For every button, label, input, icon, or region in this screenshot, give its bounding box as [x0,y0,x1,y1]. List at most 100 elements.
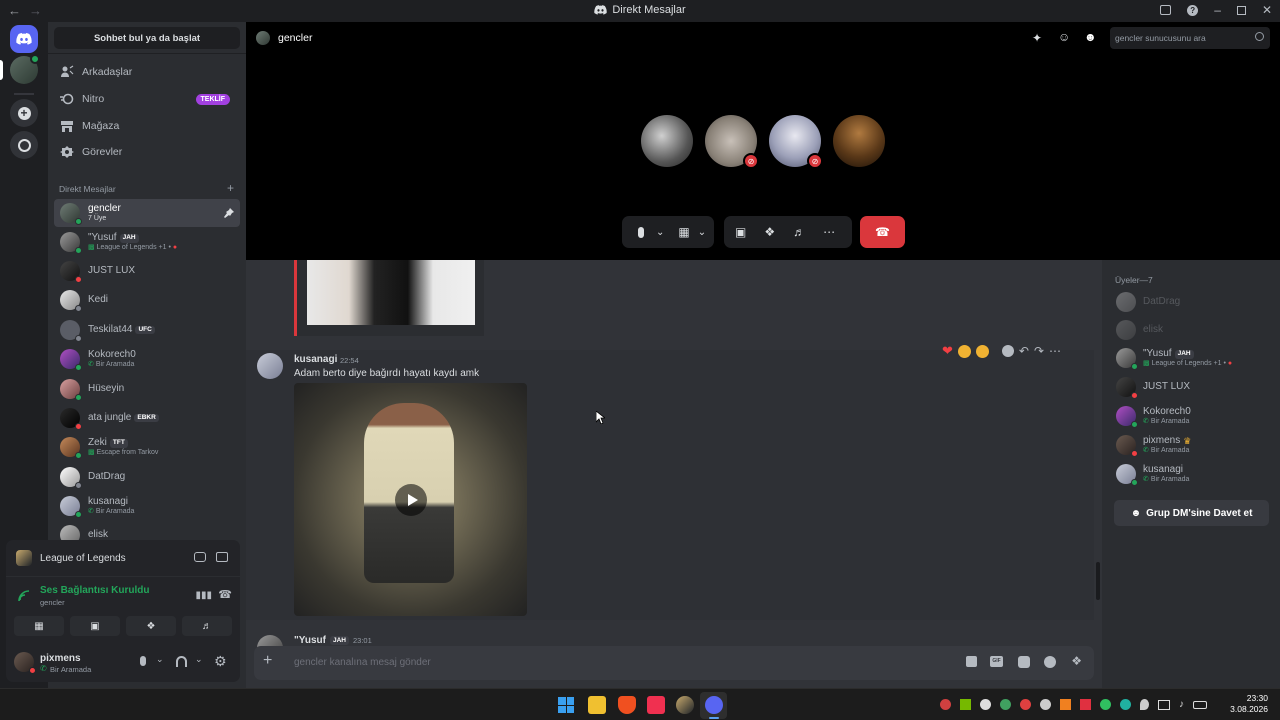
more-options-icon[interactable]: ⋯ [823,225,835,239]
explore-servers-button[interactable] [10,131,38,159]
sticker-icon[interactable] [1018,656,1030,668]
microphone-icon[interactable] [140,656,146,666]
music-app-icon[interactable] [647,696,665,714]
gift-icon[interactable] [966,656,977,667]
dm-item-kokorech0[interactable]: Kokorech0 ✆ Bir Aramada [54,345,240,373]
tray-app-icon[interactable] [940,699,951,710]
dm-item-teskilat44[interactable]: Teskilat44 UFC [54,316,240,344]
member-item[interactable]: JUST LUX [1114,374,1274,400]
tray-app-icon[interactable] [1120,699,1131,710]
close-icon[interactable]: ✕ [1262,3,1272,17]
settings-gear-icon[interactable]: ⚙ [214,653,227,670]
pinned-messages-icon[interactable]: ✦ [1032,31,1042,45]
dm-item-huseyin[interactable]: Hüseyin [54,375,240,403]
leave-call-button[interactable]: ☎ [860,216,905,248]
activity-row[interactable]: League of Legends [16,548,232,568]
game-controller-icon[interactable] [194,552,206,562]
voice-channel[interactable]: gencler [40,598,65,607]
group-server-icon[interactable] [10,54,40,84]
member-item[interactable]: DatDrag [1114,289,1274,315]
screen-share-icon[interactable] [216,552,228,562]
add-reaction-icon[interactable] [1001,345,1014,357]
dm-item-just-lux[interactable]: JUST LUX [54,257,240,285]
tray-app-icon[interactable] [1000,699,1011,710]
help-icon[interactable]: ? [1187,4,1199,16]
member-item[interactable]: Kokorech0 ✆ Bir Aramada [1114,403,1274,429]
nvidia-icon[interactable] [960,699,971,710]
apps-icon[interactable]: ❖ [1071,654,1082,668]
nav-quests[interactable]: Görevler [54,140,240,164]
message-author[interactable]: kusanagi [294,354,337,365]
voice-status[interactable]: Ses Bağlantısı Kuruldu [40,585,149,596]
maximize-icon[interactable] [1236,5,1246,15]
nav-nitro[interactable]: Nitro TEKLİF [54,87,240,111]
call-participant-avatar[interactable] [833,115,885,167]
video-attachment[interactable] [294,383,527,616]
create-dm-button[interactable]: + [227,182,234,194]
attach-plus-icon[interactable]: + [263,652,272,670]
reply-icon[interactable]: ↶ [1019,344,1029,358]
play-button[interactable] [395,484,427,516]
member-item[interactable]: pixmens ♛ ✆ Bir Aramada [1114,432,1274,458]
invite-to-group-button[interactable]: ☻ Grup DM'sine Davet et [1114,500,1269,526]
tray-app-icon[interactable] [1100,699,1111,710]
network-icon[interactable] [1158,699,1170,710]
dm-item-ata-jungle[interactable]: ata jungle EBKR [54,404,240,432]
message-input[interactable]: gencler kanalına mesaj gönder [294,657,431,668]
add-friends-icon[interactable]: ☺ [1058,30,1070,44]
chevron-down-icon[interactable]: ⌄ [195,654,203,665]
soundboard-icon[interactable]: ♬ [793,225,805,239]
camera-button[interactable]: ▦ [14,616,64,636]
tray-app-icon[interactable] [1060,699,1071,710]
direct-messages-home-button[interactable] [10,25,38,53]
camera-off-icon[interactable]: ▦ [678,225,689,239]
tray-app-icon[interactable] [1080,699,1091,710]
dm-item-kusanagi[interactable]: kusanagi ✆ Bir Aramada [54,492,240,520]
previous-image-attachment[interactable] [294,260,484,336]
add-server-button[interactable]: + [10,99,38,127]
call-participant-avatar[interactable]: ⊘ [705,115,759,169]
server-search-input[interactable]: gencler sunucusunu ara [1110,27,1270,49]
more-options-icon[interactable]: ⋯ [1049,344,1061,358]
channel-name[interactable]: gencler [278,32,312,44]
member-item[interactable]: elisk [1114,317,1274,343]
tray-app-icon[interactable] [1040,699,1051,710]
start-button[interactable] [558,697,574,713]
tray-app-icon[interactable] [980,699,991,710]
nav-shop[interactable]: Mağaza [54,114,240,138]
clock[interactable]: 23:30 3.08.2026 [1230,693,1268,715]
call-participant-avatar[interactable] [641,115,693,167]
dm-item-gencler[interactable]: gencler 7 Üye [54,199,240,227]
screen-share-button[interactable]: ▣ [70,616,120,636]
pin-icon[interactable] [224,208,234,218]
nav-friends[interactable]: Arkadaşlar [54,60,240,84]
microphone-icon[interactable] [638,226,644,238]
activities-button[interactable]: ❖ [126,616,176,636]
minimize-icon[interactable]: – [1214,3,1221,17]
dm-item-zeki[interactable]: Zeki TFT ▩ Escape from Tarkov [54,433,240,461]
gif-icon[interactable]: GIF [990,656,1003,667]
member-list-icon[interactable]: ☻ [1084,30,1097,44]
volume-icon[interactable]: ♪ [1179,699,1184,710]
emoji-icon[interactable] [1044,656,1056,668]
dm-item-yusuf[interactable]: "Yusuf JAH ▩ League of Legends +1 • ● [54,228,240,256]
message-author[interactable]: "Yusuf [294,635,326,646]
dm-item-kedi[interactable]: Kedi [54,286,240,314]
member-item[interactable]: kusanagi ✆ Bir Aramada [1114,461,1274,487]
brave-browser-icon[interactable] [618,696,636,714]
find-conversation-button[interactable]: Sohbet bul ya da başlat [54,27,240,49]
user-info[interactable]: pixmens Bir Aramada ✆ [14,648,134,676]
league-client-icon[interactable] [676,696,694,714]
disconnect-icon[interactable]: ☎ [218,588,232,601]
inbox-icon[interactable] [1160,5,1172,15]
chevron-down-icon[interactable]: ⌄ [656,227,664,238]
noise-suppression-icon[interactable]: ▮▮▮ [195,590,212,601]
activities-icon[interactable]: ❖ [764,225,775,239]
chevron-down-icon[interactable]: ⌄ [156,654,164,665]
file-explorer-icon[interactable] [588,696,606,714]
dm-item-datdrag[interactable]: DatDrag [54,463,240,491]
chevron-down-icon[interactable]: ⌄ [698,227,706,238]
heart-reaction-icon[interactable]: ❤ [942,343,953,359]
discord-app-icon[interactable] [705,696,723,714]
screen-share-icon[interactable]: ▣ [735,225,746,239]
